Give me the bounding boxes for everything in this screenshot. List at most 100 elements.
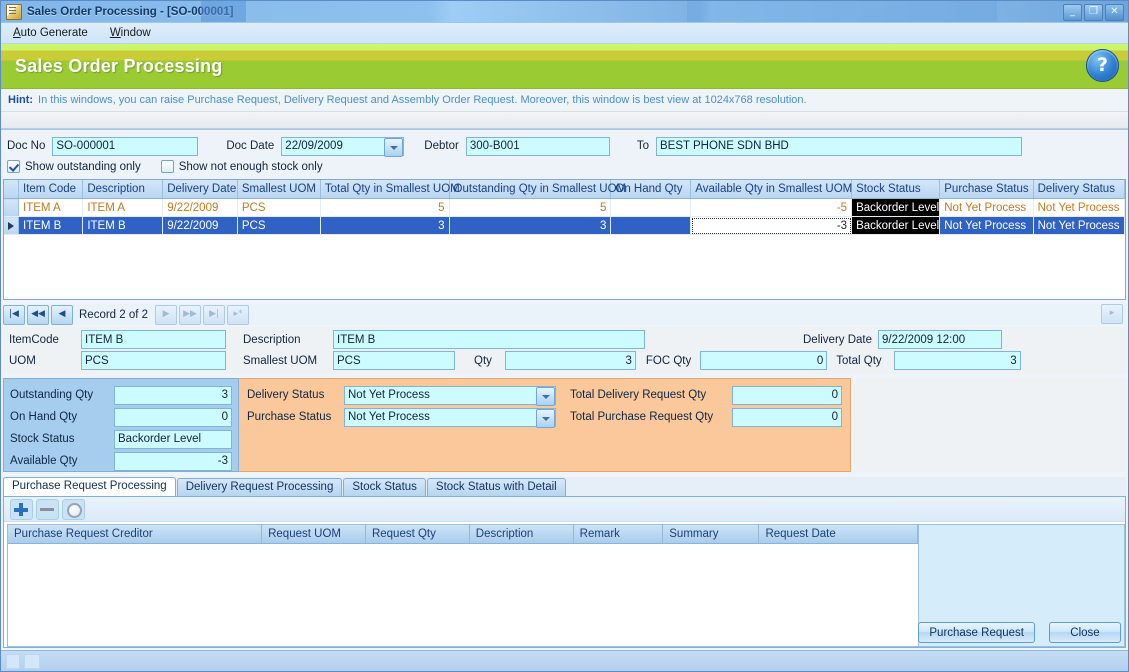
delivery-status-combo[interactable] bbox=[344, 385, 556, 406]
col-item-code[interactable]: Item Code bbox=[18, 180, 84, 199]
cell-item-code[interactable]: ITEM A bbox=[18, 198, 84, 217]
subcol-request-qty[interactable]: Request Qty bbox=[365, 525, 470, 544]
purchase-request-button[interactable]: Purchase Request bbox=[918, 622, 1035, 643]
col-total-qty[interactable]: Total Qty in Smallest UOM bbox=[320, 180, 460, 199]
total-qty-input[interactable] bbox=[893, 351, 1021, 370]
subcol-request-date[interactable]: Request Date bbox=[758, 525, 918, 544]
close-button-footer[interactable]: Close bbox=[1049, 622, 1121, 643]
cell-description[interactable]: ITEM A bbox=[82, 198, 164, 217]
chevron-down-icon[interactable] bbox=[536, 408, 555, 428]
cell-outstanding-qty[interactable]: 5 bbox=[449, 198, 612, 217]
cell-available-qty[interactable]: -5 bbox=[690, 198, 853, 217]
cell-smallest-uom[interactable]: PCS bbox=[237, 216, 321, 235]
cell-total-qty[interactable]: 5 bbox=[320, 198, 450, 217]
tab-strip: Purchase Request Processing Delivery Req… bbox=[3, 477, 1126, 497]
checkbox-show-outstanding-only[interactable]: Show outstanding only bbox=[7, 160, 141, 173]
purchase-request-grid[interactable]: Purchase Request Creditor Request UOM Re… bbox=[7, 524, 918, 647]
col-purchase-status[interactable]: Purchase Status bbox=[939, 180, 1034, 199]
foc-qty-input[interactable] bbox=[700, 351, 828, 370]
chevron-down-icon[interactable] bbox=[384, 137, 404, 157]
nav-new-button[interactable]: ▸* bbox=[227, 304, 250, 325]
nav-last-button[interactable]: ▶| bbox=[203, 304, 226, 325]
purchase-status-input[interactable] bbox=[344, 407, 556, 427]
status-cell-2 bbox=[24, 653, 40, 669]
stock-status-input[interactable] bbox=[114, 429, 232, 449]
tab-purchase-request-processing[interactable]: Purchase Request Processing bbox=[3, 477, 176, 496]
cell-on-hand-qty[interactable] bbox=[610, 216, 692, 235]
cell-outstanding-qty[interactable]: 3 bbox=[449, 216, 612, 235]
cell-description[interactable]: ITEM B bbox=[82, 216, 164, 235]
checkbox-unchecked-icon[interactable] bbox=[160, 160, 174, 173]
doc-date-combo[interactable] bbox=[281, 136, 405, 157]
table-row[interactable]: ITEM A ITEM A 9/22/2009 PCS 5 5 -5 Backo… bbox=[4, 198, 1125, 217]
sales-order-grid[interactable]: Item Code Description Delivery Date Smal… bbox=[3, 179, 1126, 300]
checkbox-checked-icon[interactable] bbox=[7, 160, 20, 173]
nav-expand-button[interactable]: ▸ bbox=[1101, 304, 1123, 324]
cell-smallest-uom[interactable]: PCS bbox=[237, 198, 321, 217]
col-smallest-uom[interactable]: Smallest UOM bbox=[237, 180, 321, 199]
cell-purchase-status[interactable]: Not Yet Process bbox=[939, 216, 1034, 235]
cell-stock-status[interactable]: Backorder Level bbox=[851, 216, 941, 235]
table-row[interactable]: ITEM B ITEM B 9/22/2009 PCS 3 3 -3 Backo… bbox=[4, 216, 1125, 235]
qty-input[interactable] bbox=[504, 351, 636, 370]
subcol-description[interactable]: Description bbox=[469, 525, 574, 544]
menu-window[interactable]: Window bbox=[108, 26, 153, 40]
cell-stock-status[interactable]: Backorder Level bbox=[851, 198, 941, 217]
subcol-remark[interactable]: Remark bbox=[573, 525, 664, 544]
checkbox-show-not-enough-stock-only[interactable]: Show not enough stock only bbox=[160, 160, 323, 173]
on-hand-qty-input[interactable] bbox=[114, 407, 232, 427]
lookup-button[interactable] bbox=[62, 498, 85, 520]
col-on-hand-qty[interactable]: On Hand Qty bbox=[610, 180, 692, 199]
purchase-status-combo[interactable] bbox=[344, 407, 556, 428]
item-code-input[interactable] bbox=[81, 330, 226, 349]
minimize-icon: _ bbox=[1070, 6, 1075, 17]
col-outstanding-qty[interactable]: Outstanding Qty in Smallest UOM bbox=[449, 180, 626, 199]
nav-prev-button[interactable]: ◀ bbox=[51, 304, 73, 325]
cell-on-hand-qty[interactable] bbox=[610, 198, 692, 217]
col-stock-status[interactable]: Stock Status bbox=[851, 180, 941, 199]
cell-delivery-status[interactable]: Not Yet Process bbox=[1033, 198, 1125, 217]
minimize-button[interactable]: _ bbox=[1063, 4, 1082, 21]
nav-next-page-button[interactable]: ▶▶ bbox=[179, 304, 202, 325]
description-input[interactable] bbox=[333, 330, 645, 349]
close-button[interactable]: ✕ bbox=[1105, 4, 1124, 21]
tab-stock-status[interactable]: Stock Status bbox=[343, 478, 426, 496]
doc-no-input[interactable] bbox=[52, 136, 199, 156]
remove-row-button[interactable] bbox=[36, 498, 59, 520]
nav-first-button[interactable]: |◀ bbox=[3, 304, 25, 325]
total-delivery-request-input[interactable] bbox=[732, 385, 842, 405]
chevron-down-icon[interactable] bbox=[536, 386, 555, 406]
cell-delivery-status[interactable]: Not Yet Process bbox=[1033, 216, 1125, 235]
smallest-uom-input[interactable] bbox=[333, 351, 455, 370]
total-purchase-request-input[interactable] bbox=[732, 407, 842, 427]
cell-purchase-status[interactable]: Not Yet Process bbox=[939, 198, 1034, 217]
subcol-request-uom[interactable]: Request UOM bbox=[261, 525, 366, 544]
help-question-icon[interactable]: ? bbox=[1086, 49, 1119, 82]
cell-item-code[interactable]: ITEM B bbox=[18, 216, 84, 235]
cell-delivery-date[interactable]: 9/22/2009 bbox=[162, 198, 238, 217]
cell-available-qty[interactable]: -3 bbox=[690, 216, 853, 235]
checkbox-show-outstanding-only-label: Show outstanding only bbox=[25, 160, 141, 173]
menu-auto-generate[interactable]: Auto Generate bbox=[11, 26, 90, 40]
tab-stock-status-with-detail[interactable]: Stock Status with Detail bbox=[426, 478, 566, 496]
nav-next-button[interactable]: ▶ bbox=[155, 304, 178, 325]
add-row-button[interactable] bbox=[10, 498, 33, 520]
debtor-input[interactable] bbox=[465, 136, 610, 156]
to-input[interactable] bbox=[655, 136, 1022, 156]
cell-delivery-date[interactable]: 9/22/2009 bbox=[162, 216, 238, 235]
restore-button[interactable]: ❐ bbox=[1084, 4, 1103, 21]
nav-prev-page-button[interactable]: ◀◀ bbox=[27, 304, 49, 325]
outstanding-qty-input[interactable] bbox=[114, 385, 232, 405]
col-description[interactable]: Description bbox=[82, 180, 164, 199]
uom-input[interactable] bbox=[81, 351, 226, 370]
col-available-qty[interactable]: Available Qty in Smallest UOM bbox=[690, 180, 852, 199]
tab-delivery-request-processing[interactable]: Delivery Request Processing bbox=[176, 478, 343, 496]
subcol-purchase-request-creditor[interactable]: Purchase Request Creditor bbox=[8, 525, 263, 544]
delivery-status-input[interactable] bbox=[344, 385, 556, 405]
col-delivery-status[interactable]: Delivery Status bbox=[1033, 180, 1125, 199]
delivery-date-input[interactable] bbox=[878, 330, 1003, 349]
available-qty-input[interactable] bbox=[114, 451, 232, 471]
subcol-summary[interactable]: Summary bbox=[662, 525, 760, 544]
col-delivery-date[interactable]: Delivery Date bbox=[162, 180, 238, 199]
cell-total-qty[interactable]: 3 bbox=[320, 216, 450, 235]
